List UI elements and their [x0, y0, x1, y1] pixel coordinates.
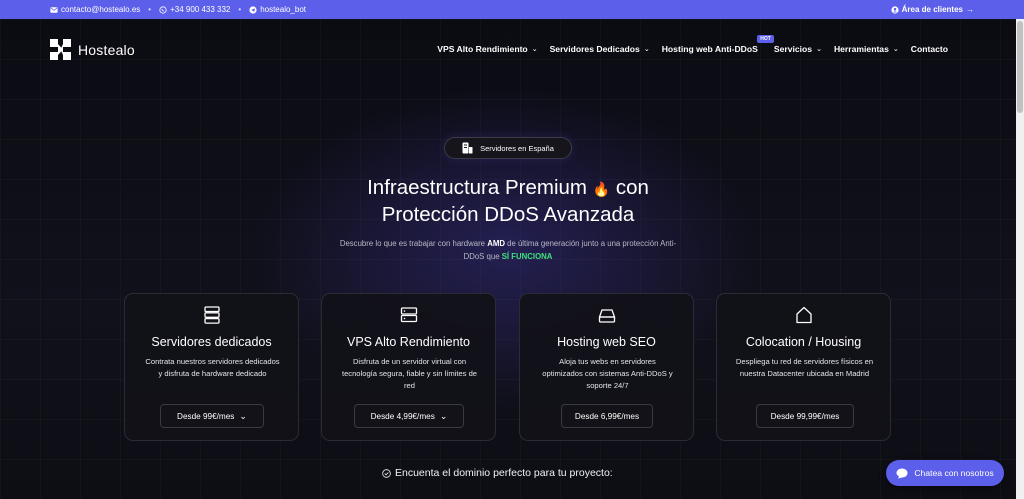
- nav-label: Hosting web Anti-DDoS: [661, 44, 758, 54]
- nav-item-vps[interactable]: VPS Alto Rendimiento ⌄: [437, 44, 537, 54]
- contact-email: contacto@hostealo.es: [61, 5, 141, 14]
- chevron-down-icon: ⌄: [816, 46, 822, 53]
- price-dropdown[interactable]: Desde 99€/mes ⌄: [160, 404, 264, 428]
- check-circle-icon: [382, 468, 391, 478]
- card-description: Contrata nuestros servidores dedicados y…: [145, 357, 280, 378]
- hero-section: Hostealo VPS Alto Rendimiento ⌄ Servidor…: [0, 19, 1016, 499]
- service-card-colocation[interactable]: Colocation / Housing Despliega tu red de…: [716, 293, 891, 441]
- chevron-down-icon: ⌄: [239, 410, 247, 421]
- client-area-label: Área de clientes: [901, 5, 963, 14]
- hero-title-line2: Protección DDoS Avanzada: [381, 203, 635, 226]
- hero-desc-bold: AMD: [487, 239, 505, 248]
- price-button[interactable]: Desde 6,99€/mes: [561, 404, 653, 428]
- server-rack-icon: [400, 307, 418, 323]
- nav-item-hosting[interactable]: Hosting web Anti-DDoS HOT: [661, 35, 774, 54]
- location-pill: Servidores en España: [444, 137, 572, 159]
- hero-desc-highlight: SÍ FUNCIONA: [501, 252, 553, 261]
- service-card-hosting[interactable]: Hosting web SEO Aloja tus webs en servid…: [519, 293, 694, 441]
- arrow-right-icon: →: [966, 5, 974, 14]
- hero-title: Infraestructura Premium 🔥 con Protección…: [300, 175, 716, 228]
- hostealo-logo-icon: [50, 39, 71, 60]
- nav-item-tools[interactable]: Herramientas ⌄: [834, 44, 899, 54]
- page-scrollbar[interactable]: [1016, 19, 1024, 499]
- envelope-icon: [50, 6, 58, 13]
- domain-search-heading: Encuenta el dominio perfecto para tu pro…: [382, 467, 613, 479]
- hero-title-line1: Infraestructura Premium: [367, 176, 587, 199]
- nav-item-contact[interactable]: Contacto: [911, 44, 948, 54]
- contact-telegram: hostealo_bot: [260, 5, 307, 14]
- telegram-icon: [249, 5, 257, 14]
- chat-bubble-icon: [896, 468, 908, 478]
- nav-label: Servidores Dedicados: [549, 44, 640, 54]
- contact-telegram-link[interactable]: hostealo_bot: [249, 5, 306, 14]
- chevron-down-icon: ⌄: [531, 46, 538, 53]
- nav-label: Herramientas: [833, 44, 889, 54]
- chat-button-label: Chatea con nosotros: [914, 468, 994, 478]
- domain-heading-text: Encuenta el dominio perfecto para tu pro…: [395, 467, 613, 479]
- chevron-down-icon: ⌄: [643, 46, 650, 53]
- separator-dot: •: [238, 5, 242, 14]
- client-area-link[interactable]: Área de clientes →: [891, 5, 974, 14]
- card-description: Disfruta de un servidor virtual con tecn…: [341, 357, 478, 390]
- chevron-down-icon: ⌄: [439, 410, 448, 421]
- whatsapp-icon: [159, 5, 167, 14]
- hero-desc-text: Descubre lo que es trabajar con hardware: [339, 239, 486, 248]
- nav-label: VPS Alto Rendimiento: [437, 44, 528, 54]
- hero-title-line1-end: con: [615, 176, 649, 199]
- service-card-vps[interactable]: VPS Alto Rendimiento Disfruta de un serv…: [321, 293, 496, 441]
- scrollbar-thumb[interactable]: [1017, 21, 1023, 113]
- contact-phone-link[interactable]: +34 900 433 332: [159, 5, 230, 14]
- price-label: Desde 99,99€/mes: [770, 411, 840, 421]
- card-description: Despliega tu red de servidores físicos e…: [735, 357, 874, 378]
- home-icon: [796, 306, 812, 324]
- price-dropdown[interactable]: Desde 4,99€/mes ⌄: [354, 404, 464, 428]
- card-title: VPS Alto Rendimiento: [347, 335, 470, 349]
- service-card-dedicated[interactable]: Servidores dedicados Contrata nuestros s…: [124, 293, 299, 441]
- server-stack-icon: [204, 306, 220, 324]
- card-description: Aloja tus webs en servidores optimizados…: [542, 357, 673, 390]
- separator-dot: •: [148, 5, 152, 14]
- contact-email-link[interactable]: contacto@hostealo.es: [50, 5, 140, 14]
- price-label: Desde 4,99€/mes: [370, 411, 435, 421]
- fire-icon: 🔥: [592, 181, 611, 197]
- price-button[interactable]: Desde 99,99€/mes: [756, 404, 854, 428]
- user-circle-icon: [891, 5, 899, 14]
- card-title: Hosting web SEO: [557, 335, 656, 349]
- nav-label: Contacto: [910, 44, 948, 54]
- main-nav: VPS Alto Rendimiento ⌄ Servidores Dedica…: [437, 35, 948, 54]
- card-title: Colocation / Housing: [745, 335, 862, 349]
- nav-item-dedicated[interactable]: Servidores Dedicados ⌄: [550, 44, 650, 54]
- hard-drive-icon: [598, 309, 616, 323]
- nav-item-services[interactable]: Servicios ⌄: [774, 44, 822, 54]
- price-label: Desde 99€/mes: [177, 411, 235, 421]
- location-pill-label: Servidores en España: [480, 143, 554, 153]
- chevron-down-icon: ⌄: [892, 46, 899, 53]
- contact-phone: +34 900 433 332: [170, 5, 231, 14]
- price-label: Desde 6,99€/mes: [574, 411, 640, 421]
- hero-description: Descubre lo que es trabajar con hardware…: [330, 237, 686, 263]
- top-contact-bar: contacto@hostealo.es • +34 900 433 332 •…: [0, 0, 1024, 19]
- chat-button[interactable]: Chatea con nosotros: [886, 460, 1004, 486]
- card-title: Servidores dedicados: [151, 335, 272, 349]
- hot-badge: HOT: [757, 35, 774, 43]
- nav-label: Servicios: [773, 44, 813, 54]
- server-building-icon: [462, 142, 473, 154]
- brand-name: Hostealo: [78, 41, 135, 58]
- brand-logo[interactable]: Hostealo: [50, 39, 135, 60]
